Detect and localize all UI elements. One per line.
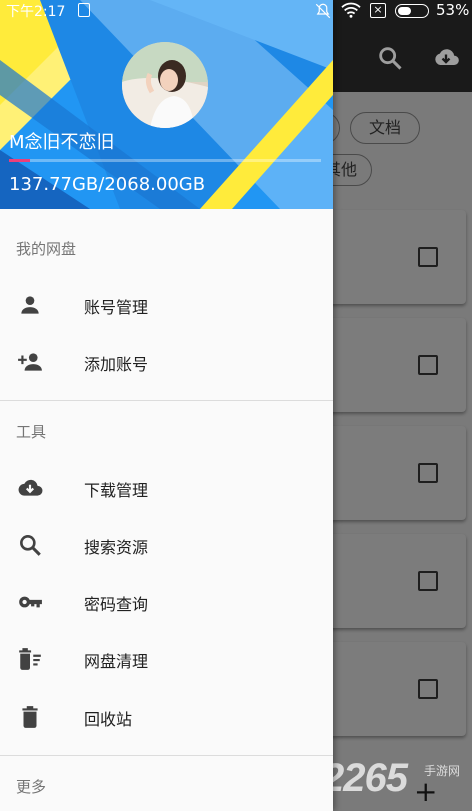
menu-item-download-management[interactable]: 下载管理	[0, 459, 333, 516]
person-icon	[21, 296, 39, 314]
menu-item-search-resources[interactable]: 搜索资源	[0, 516, 333, 573]
storage-progress-fill	[9, 159, 30, 162]
add-plus-icon[interactable]: +	[414, 778, 437, 806]
menu-item-label: 密码查询	[84, 595, 149, 614]
divider	[0, 400, 333, 401]
menu-item-account-management[interactable]: 账号管理	[0, 276, 333, 333]
menu-item-label: 网盘清理	[84, 652, 149, 671]
menu-item-label: 账号管理	[84, 298, 149, 317]
cloud-download-icon	[18, 479, 43, 496]
section-title-more: 更多	[16, 778, 47, 796]
filter-chip-documents[interactable]: 文档	[350, 112, 420, 144]
section-title-my-drive: 我的网盘	[16, 240, 77, 258]
menu-item-add-account[interactable]: 添加账号	[0, 333, 333, 390]
status-bar: 下午2:17 × 53%	[0, 0, 472, 22]
trash-icon	[22, 706, 38, 728]
storage-quota: 137.77GB/2068.00GB	[9, 174, 206, 195]
username: M念旧不恋旧	[9, 132, 115, 153]
cloud-download-icon[interactable]	[432, 44, 460, 72]
search-icon	[20, 535, 41, 556]
notifications-off-icon	[315, 3, 331, 19]
battery-icon	[395, 4, 429, 18]
menu-item-label: 下载管理	[84, 481, 149, 500]
file-checkbox[interactable]	[418, 247, 438, 267]
menu-item-password-lookup[interactable]: 密码查询	[0, 573, 333, 630]
divider	[0, 755, 333, 756]
key-icon	[19, 596, 42, 608]
sim-icon	[78, 3, 90, 17]
menu-item-label: 添加账号	[84, 355, 149, 374]
menu-item-drive-cleanup[interactable]: 网盘清理	[0, 630, 333, 687]
file-checkbox[interactable]	[418, 463, 438, 483]
file-checkbox[interactable]	[418, 355, 438, 375]
watermark-site: 手游网	[424, 764, 461, 778]
search-icon[interactable]	[376, 44, 404, 72]
section-title-tools: 工具	[16, 423, 47, 441]
delete-sweep-icon	[19, 648, 41, 670]
watermark-logo: 2265	[322, 756, 408, 800]
menu-item-label: 回收站	[84, 710, 133, 729]
wifi-icon	[341, 2, 361, 18]
menu-item-label: 搜索资源	[84, 538, 149, 557]
menu-item-recycle-bin[interactable]: 回收站	[0, 688, 333, 745]
person-add-icon	[18, 353, 42, 371]
drawer-header: M念旧不恋旧 137.77GB/2068.00GB	[0, 0, 333, 209]
avatar[interactable]	[122, 42, 208, 128]
status-time: 下午2:17	[6, 4, 66, 20]
file-checkbox[interactable]	[418, 679, 438, 699]
battery-percent: 53%	[436, 1, 470, 19]
file-checkbox[interactable]	[418, 571, 438, 591]
storage-progress	[9, 159, 321, 162]
navigation-drawer: M念旧不恋旧 137.77GB/2068.00GB 我的网盘 账号管理 添加账号…	[0, 0, 333, 811]
no-sim-icon: ×	[370, 3, 386, 18]
